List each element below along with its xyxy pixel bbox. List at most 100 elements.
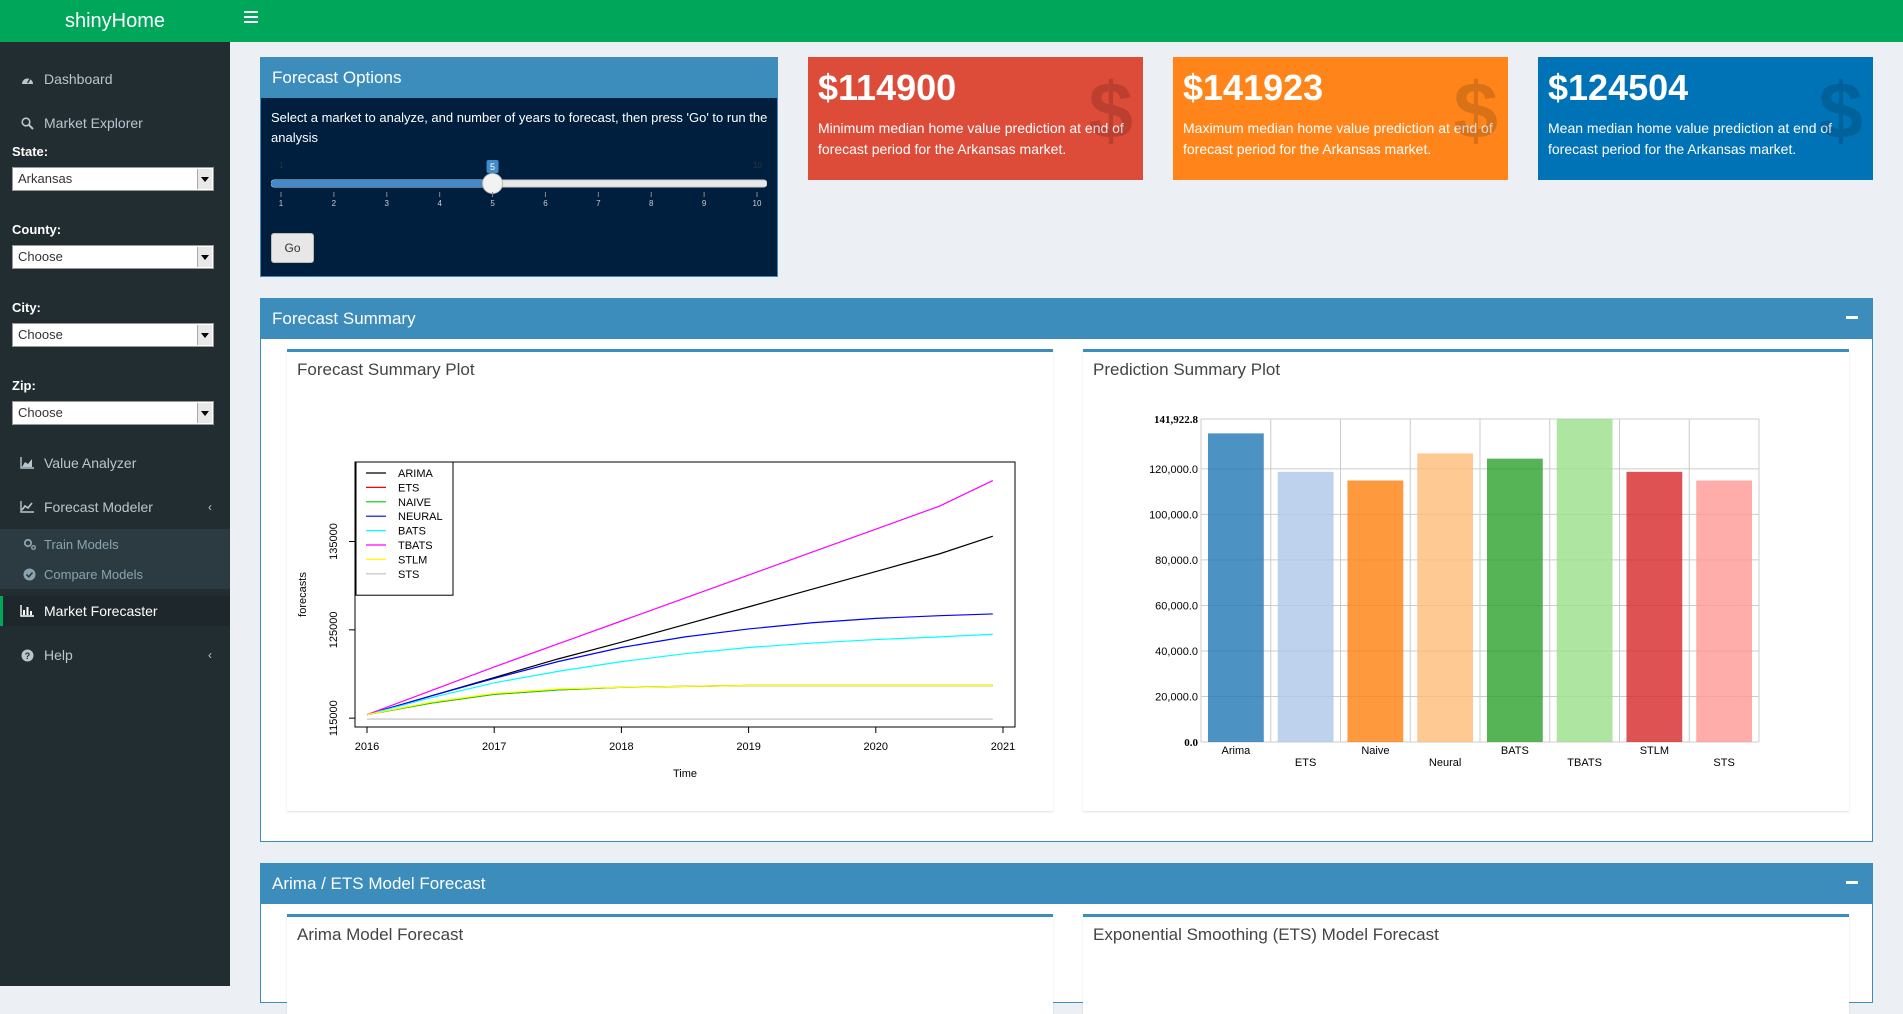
x-tick-label: Arima [1222,745,1252,757]
sidebar-item-value-analyzer[interactable]: Value Analyzer [0,448,230,478]
sidebar-item-label: Market Forecaster [44,603,158,619]
x-tick-label: Neural [1429,757,1461,769]
sidebar-item-compare-models[interactable]: Compare Models [0,560,230,588]
slider-tick-label: 6 [543,199,548,208]
bar-sts [1696,480,1753,742]
cogs-icon [22,538,36,550]
years-slider[interactable]: 1 10 5 1 2 3 4 5 6 7 8 9 10 [271,160,767,220]
prediction-summary-bar-chart: 0.0 20,000.0 40,000.0 60,000.0 80,000.0 100,0… [1149,414,1760,769]
chevron-down-icon [197,403,212,423]
zip-select[interactable]: Choose [12,401,214,425]
bar-tbats [1556,419,1613,742]
max-prediction-value: $141923 [1183,67,1324,108]
sidebar: Dashboard Market Explorer State: Arkansa… [0,42,230,986]
forecast-summary-plot-box: Forecast Summary Plot 2016 2017 2018 2019 20… [287,349,1053,811]
svg-text:?: ? [24,651,30,661]
x-tick-label: ETS [1295,757,1316,769]
bar-neural [1417,453,1474,742]
y-tick-label: 60,000.0 [1155,600,1198,612]
legend-label: ARIMA [398,468,434,480]
sidebar-toggle-icon[interactable] [244,11,258,23]
bar-stlm [1626,471,1683,742]
sidebar-item-label: Compare Models [44,566,143,582]
forecast-summary-box: Forecast Summary Forecast Summary Plot 2… [260,298,1873,842]
y-tick-label: 100,000.0 [1149,509,1198,521]
sidebar-item-label: Market Explorer [44,115,143,131]
series-line-bats [366,633,993,716]
sidebar-item-label: Dashboard [44,71,113,87]
sidebar-item-label: Train Models [44,536,119,552]
check-circle-icon [22,568,36,581]
search-icon [20,116,34,130]
arima-forecast-title: Arima Model Forecast [297,925,464,944]
max-prediction-box: $141923 Maximum median home value predic… [1173,57,1508,180]
county-label: County: [12,222,62,237]
plot-frame [354,461,1016,728]
dollar-icon: $ [1818,66,1864,155]
collapse-icon[interactable] [1846,307,1860,327]
sidebar-item-market-forecaster[interactable]: Market Forecaster [0,596,230,626]
forecast-summary-title: Forecast Summary [272,309,416,328]
slider-fill [271,180,493,187]
dashboard-icon [20,74,34,85]
state-select-value: Arkansas [18,171,73,186]
y-tick-label: 135000 [328,523,340,560]
min-prediction-box: $114900 Minimum median home value predic… [808,57,1143,180]
app-title: shinyHome [64,9,166,32]
slider-tick-label: 3 [385,199,390,208]
y-tick-label: 80,000.0 [1155,555,1198,567]
bar-ets [1277,471,1334,742]
sidebar-item-label: Help [44,647,73,663]
county-select[interactable]: Choose [12,245,214,269]
state-select[interactable]: Arkansas [12,167,214,191]
x-tick-label: 2019 [736,741,760,753]
forecast-modeler-submenu: Train Models Compare Models [0,529,230,589]
series-line-naive [366,684,993,716]
y-tick-label: 120,000.0 [1149,464,1198,476]
arima-ets-title: Arima / ETS Model Forecast [272,874,486,893]
bar-arima [1207,433,1264,742]
slider-tick-label: 7 [596,199,601,208]
ets-forecast-title: Exponential Smoothing (ETS) Model Foreca… [1093,925,1439,944]
slider-tick-label: 4 [437,199,442,208]
y-tick-label: 141,922.8 [1154,414,1199,426]
top-navbar [230,0,1903,42]
arima-forecast-box: Arima Model Forecast [287,914,1053,1014]
chevron-down-icon [197,325,212,345]
sidebar-item-label: Forecast Modeler [44,499,153,515]
sidebar-item-dashboard[interactable]: Dashboard [0,64,230,94]
x-tick-label: BATS [1501,745,1529,757]
collapse-icon[interactable] [1846,872,1860,892]
x-tick-label: 2016 [355,741,379,753]
go-button[interactable]: Go [271,233,314,263]
y-tick-label: 20,000.0 [1155,691,1198,703]
ets-forecast-box: Exponential Smoothing (ETS) Model Foreca… [1083,914,1849,1014]
forecast-summary-header: Forecast Summary [261,299,1872,339]
x-tick-label: STLM [1640,745,1669,757]
legend-label: TBATS [398,540,433,552]
mean-prediction-value: $124504 [1548,67,1689,108]
sidebar-item-help[interactable]: ? Help ‹ [0,640,230,670]
dollar-icon: $ [1453,66,1499,155]
series-line-ets [366,684,993,716]
slider-max-label: 10 [753,161,762,170]
chevron-left-icon: ‹ [208,648,212,662]
line-chart-icon [20,501,34,513]
mean-prediction-box: $124504 Mean median home value predictio… [1538,57,1873,180]
legend-label: NAIVE [398,497,431,509]
sidebar-item-train-models[interactable]: Train Models [0,530,230,558]
legend-label: NEURAL [398,511,443,523]
sidebar-item-market-explorer[interactable]: Market Explorer [0,108,230,138]
sidebar-item-forecast-modeler[interactable]: Forecast Modeler ‹ [0,492,230,522]
x-tick-label: 2020 [864,741,888,753]
prediction-summary-plot-box: Prediction Summary Plot 0.0 20,000.0 40,00… [1083,349,1849,811]
y-tick-label: 0.0 [1184,737,1198,749]
x-tick-label: 2021 [991,741,1015,753]
x-tick-label: 2017 [482,741,506,753]
city-select[interactable]: Choose [12,323,214,347]
y-tick-label: 40,000.0 [1155,646,1198,658]
x-tick-label: Naive [1361,745,1389,757]
series-line-stlm [366,684,993,716]
chevron-down-icon [197,169,212,189]
app-logo[interactable]: shinyHome [0,0,230,42]
